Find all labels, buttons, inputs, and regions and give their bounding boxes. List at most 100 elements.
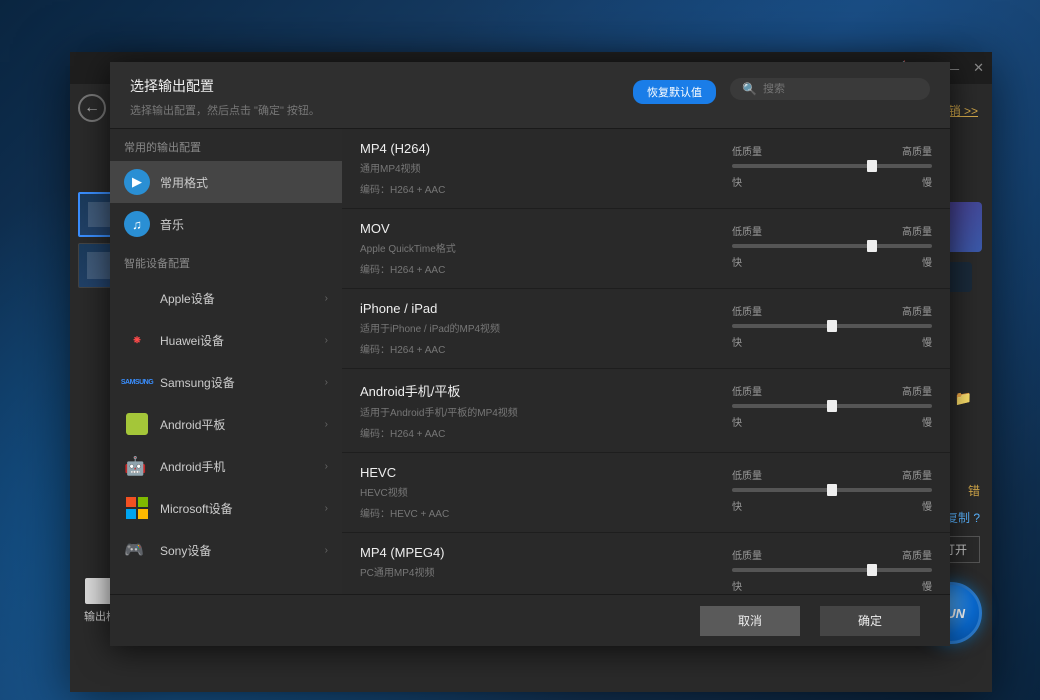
quality-slider[interactable] [732,488,932,492]
speed-slow-label: 慢 [922,578,932,593]
format-desc: 通用MP4视频 [360,160,732,175]
sidebar-item-label: Android平板 [160,416,225,433]
sidebar-item-android[interactable]: Android平板 › [110,403,342,445]
format-list: MP4 (H264) 通用MP4视频 编码：H264 + AAC 低质量高质量 … [342,129,950,594]
sidebar-item-android2[interactable]: 🤖 Android手机 › [110,445,342,487]
sidebar-item-label: 常用格式 [160,174,208,191]
quality-low-label: 低质量 [732,467,762,482]
chevron-right-icon: › [325,461,328,472]
quality-high-label: 高质量 [902,383,932,398]
sidebar-item-music[interactable]: ♫ 音乐 [110,203,342,245]
sidebar-item-apple[interactable]: Apple设备 › [110,277,342,319]
speed-slow-label: 慢 [922,498,932,513]
quality-slider[interactable] [732,164,932,168]
format-row[interactable]: MP4 (H264) 通用MP4视频 编码：H264 + AAC 低质量高质量 … [342,129,950,209]
main-window: Winxvideo AI 🛒 ⚙ — ✕ ← 返 首发促销 >> 📷 📁 错 复… [70,52,992,692]
speed-fast-label: 快 [732,578,742,593]
sidebar-item-label: Sony设备 [160,542,211,559]
format-title: Android手机/平板 [360,381,732,400]
chevron-right-icon: › [325,503,328,514]
format-desc: PC通用MP4视频 [360,564,732,579]
search-input-wrapper[interactable]: 🔍 [730,78,930,100]
chevron-right-icon: › [325,545,328,556]
format-title: HEVC [360,465,732,480]
music-note-icon: ♫ [124,211,150,237]
speed-slow-label: 慢 [922,414,932,429]
android-tablet-icon [124,411,150,437]
quality-low-label: 低质量 [732,383,762,398]
reset-defaults-button[interactable]: 恢复默认值 [633,80,716,104]
speed-fast-label: 快 [732,414,742,429]
chevron-right-icon: › [325,377,328,388]
sidebar-item-label: Microsoft设备 [160,500,233,517]
format-desc: 适用于Android手机/平板的MP4视频 [360,404,732,419]
quality-high-label: 高质量 [902,303,932,318]
ok-button[interactable]: 确定 [820,606,920,636]
format-row[interactable]: MP4 (MPEG4) PC通用MP4视频 低质量 高质量 快 慢 [342,533,950,594]
speed-slow-label: 慢 [922,334,932,349]
sidebar-item-label: Apple设备 [160,290,215,307]
quality-high-label: 高质量 [902,467,932,482]
format-codec: 编码：H264 + AAC [360,425,732,440]
format-codec: 编码：HEVC + AAC [360,505,732,520]
sidebar-item-ms[interactable]: Microsoft设备 › [110,487,342,529]
search-input[interactable] [763,83,918,95]
format-title: MP4 (H264) [360,141,732,156]
quality-slider[interactable] [732,244,932,248]
quality-slider[interactable] [732,568,932,572]
sidebar-item-huawei[interactable]: ❋ Huawei设备 › [110,319,342,361]
sidebar-section-common: 常用的输出配置 [110,129,342,161]
chevron-right-icon: › [325,419,328,430]
quality-low-label: 低质量 [732,223,762,238]
format-row[interactable]: iPhone / iPad 适用于iPhone / iPad的MP4视频 编码：… [342,289,950,369]
format-desc: HEVC视频 [360,484,732,499]
microsoft-icon [124,495,150,521]
format-row[interactable]: Android手机/平板 适用于Android手机/平板的MP4视频 编码：H2… [342,369,950,453]
format-codec: 编码：H264 + AAC [360,261,732,276]
quality-slider[interactable] [732,404,932,408]
format-row[interactable]: HEVC HEVC视频 编码：HEVC + AAC 低质量 高质量 快 慢 [342,453,950,533]
quality-high-label: 高质量 [902,547,932,562]
speed-fast-label: 快 [732,334,742,349]
quality-slider[interactable] [732,324,932,328]
search-icon: 🔍 [742,82,757,96]
format-desc: 适用于iPhone / iPad的MP4视频 [360,320,732,335]
folder-icon[interactable]: 📁 [955,390,972,407]
format-desc: Apple QuickTime格式 [360,240,732,255]
quality-low-label: 低质量 [732,303,762,318]
modal-subtitle: 选择输出配置，然后点击 "确定" 按钮。 [130,102,633,118]
output-config-modal: 选择输出配置 选择输出配置，然后点击 "确定" 按钮。 恢复默认值 🔍 常用的输… [110,62,950,646]
format-row[interactable]: MOV Apple QuickTime格式 编码：H264 + AAC 低质量 高… [342,209,950,289]
chevron-right-icon: › [325,293,328,304]
chevron-right-icon: › [325,335,328,346]
monitor-play-icon: ▶ [124,169,150,195]
speed-fast-label: 快 [732,498,742,513]
close-icon[interactable]: ✕ [973,60,984,76]
sidebar-item-label: 音乐 [160,216,184,233]
android-phone-icon: 🤖 [124,453,150,479]
category-sidebar: 常用的输出配置 ▶ 常用格式 ♫ 音乐 智能设备配置 Apple设备 › ❋ Huaw… [110,129,342,594]
sidebar-item-label: Samsung设备 [160,374,235,391]
sidebar-item-label: Huawei设备 [160,332,224,349]
speed-slow-label: 慢 [922,174,932,189]
sidebar-item-sony[interactable]: 🎮 Sony设备 › [110,529,342,571]
sidebar-item-samsung[interactable]: SAMSUNGSamsung设备 › [110,361,342,403]
quality-low-label: 低质量 [732,143,762,158]
speed-fast-label: 快 [732,254,742,269]
quality-high-label: 高质量 [902,143,932,158]
huawei-icon: ❋ [124,327,150,353]
speed-fast-label: 快 [732,174,742,189]
apple-icon [124,285,150,311]
cancel-button[interactable]: 取消 [700,606,800,636]
format-title: MOV [360,221,732,236]
back-button[interactable]: ← [78,94,106,122]
format-title: MP4 (MPEG4) [360,545,732,560]
modal-title: 选择输出配置 [130,76,633,96]
sidebar-section-device: 智能设备配置 [110,245,342,277]
playstation-icon: 🎮 [124,537,150,563]
sidebar-item-play[interactable]: ▶ 常用格式 [110,161,342,203]
quality-low-label: 低质量 [732,547,762,562]
format-codec: 编码：H264 + AAC [360,181,732,196]
sidebar-item-label: Android手机 [160,458,225,475]
quality-high-label: 高质量 [902,223,932,238]
